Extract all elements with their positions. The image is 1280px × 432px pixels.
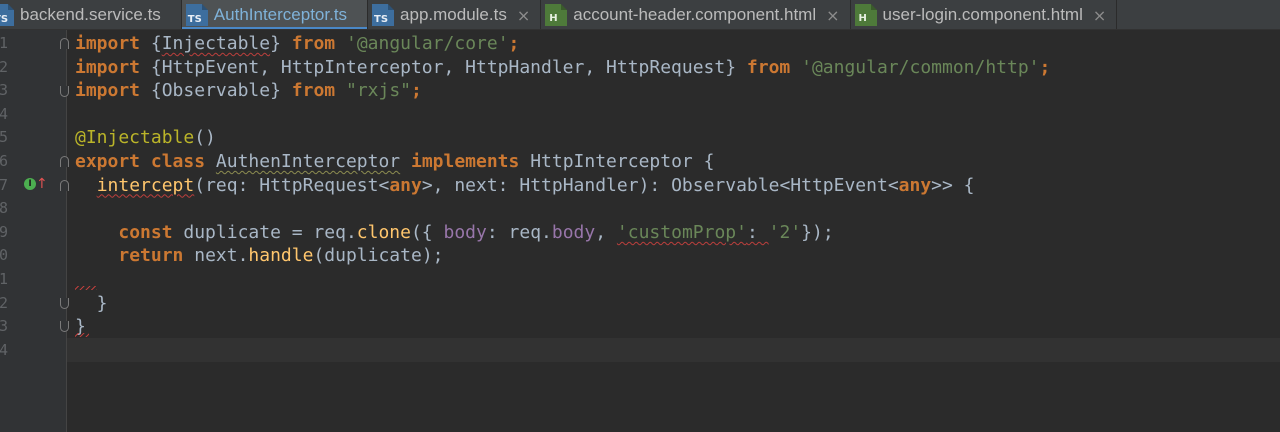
code-line-2: import {HttpEvent, HttpInterceptor, Http… — [75, 56, 1051, 78]
current-line-highlight — [67, 338, 1280, 362]
line-number: 2 — [0, 57, 8, 76]
line-number: 0 — [0, 246, 8, 265]
line-number: 3 — [0, 317, 8, 336]
editor-gutter[interactable]: 1 2 3 4 5 6 7 8 9 0 1 2 3 4 I ↑ — [0, 30, 69, 432]
typescript-file-icon: TS — [185, 4, 208, 26]
tab-account-header-component[interactable]: H account-header.component.html × — [541, 0, 851, 29]
line-number: 4 — [0, 104, 8, 123]
arrow-up-icon[interactable]: ↑ — [36, 177, 48, 191]
line-number: 1 — [0, 34, 8, 52]
line-number: 7 — [0, 175, 8, 194]
code-line-1: import {Injectable} from '@angular/core'… — [75, 33, 520, 54]
code-line-6: export class AuthenInterceptor implement… — [75, 151, 715, 172]
line-number: 6 — [0, 152, 8, 170]
line-number: 1 — [0, 270, 8, 288]
code-line-7: intercept(req: HttpRequest<any>, next: H… — [96, 174, 975, 196]
tab-label: user-login.component.html — [882, 5, 1083, 24]
line-number: 5 — [0, 128, 8, 147]
editor-tab-bar: TS backend.service.ts TS AuthInterceptor… — [0, 0, 1280, 30]
line-number: 8 — [0, 199, 8, 218]
error-squiggle — [75, 286, 97, 290]
close-icon[interactable]: × — [826, 6, 839, 25]
code-line-5: @Injectable() — [75, 127, 216, 149]
line-number: 2 — [0, 293, 8, 312]
line-number: 9 — [0, 222, 8, 241]
implements-method-icon[interactable]: I — [24, 178, 36, 190]
html-file-icon: H — [854, 4, 877, 26]
tab-app-module[interactable]: TS app.module.ts × — [368, 0, 542, 29]
line-number: 3 — [0, 81, 8, 100]
code-editor[interactable]: import {Injectable} from '@angular/core'… — [67, 30, 1280, 432]
code-line-12: } — [75, 292, 108, 314]
tab-auth-interceptor[interactable]: TS AuthInterceptor.ts — [181, 0, 369, 29]
tab-label: account-header.component.html — [573, 5, 817, 24]
tab-backend-service[interactable]: TS backend.service.ts — [0, 0, 182, 29]
error-squiggle — [75, 333, 89, 337]
tab-label: app.module.ts — [400, 5, 507, 24]
typescript-file-icon: TS — [0, 4, 14, 26]
tab-label: AuthInterceptor.ts — [213, 5, 348, 24]
typescript-file-icon: TS — [372, 4, 395, 26]
code-line-3: import {Observable} from "rxjs"; — [75, 80, 422, 102]
line-number: 4 — [0, 340, 8, 359]
code-line-10: return next.handle(duplicate); — [118, 245, 444, 267]
close-icon[interactable]: × — [517, 6, 530, 25]
code-line-9: const duplicate = req.clone({ body: req.… — [118, 221, 834, 243]
close-icon[interactable]: × — [1093, 6, 1106, 25]
html-file-icon: H — [545, 4, 568, 26]
tab-label: backend.service.ts — [20, 5, 161, 24]
tab-user-login-component[interactable]: H user-login.component.html × — [851, 0, 1118, 29]
